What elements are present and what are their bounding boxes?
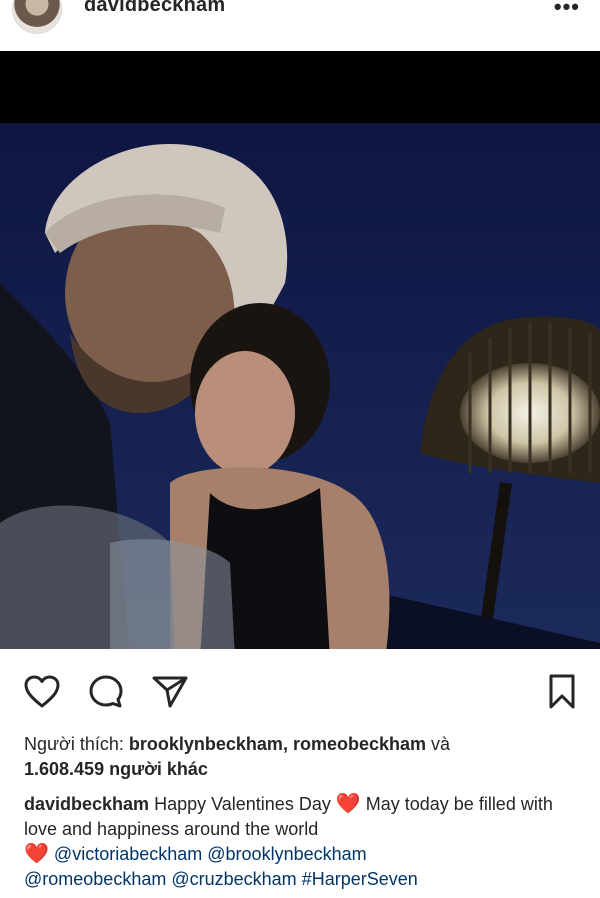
liker-romeobeckham[interactable]: romeobeckham <box>293 734 426 754</box>
avatar[interactable] <box>12 0 62 34</box>
caption-text-1: Happy Valentines Day <box>149 794 336 814</box>
selfie-photo <box>0 123 600 649</box>
bookmark-icon[interactable] <box>542 672 582 712</box>
likes-summary: Người thích: brooklynbeckham, romeobeckh… <box>24 732 584 782</box>
caption-username[interactable]: davidbeckham <box>24 794 149 814</box>
paper-plane-icon[interactable] <box>150 672 190 712</box>
post-caption: davidbeckham Happy Valentines Day ❤️ May… <box>24 792 584 892</box>
mention-victoriabeckham[interactable]: @victoriabeckham <box>54 844 202 864</box>
likes-prefix: Người thích: <box>24 734 129 754</box>
likes-separator: , <box>282 734 293 754</box>
heart-outline-icon[interactable] <box>22 672 62 712</box>
post-username[interactable]: davidbeckham <box>84 0 225 17</box>
mention-brooklynbeckham[interactable]: @brooklynbeckham <box>207 844 366 864</box>
mention-romeobeckham[interactable]: @romeobeckham <box>24 869 166 889</box>
mention-cruzbeckham[interactable]: @cruzbeckham <box>171 869 296 889</box>
red-heart-emoji: ❤️ <box>335 793 361 815</box>
comment-icon[interactable] <box>86 672 126 712</box>
hashtag-harperseven[interactable]: #HarperSeven <box>302 869 418 889</box>
ellipsis-icon[interactable]: ••• <box>554 0 580 20</box>
post-header: davidbeckham ••• <box>0 0 600 50</box>
action-bar <box>0 668 600 714</box>
post-photo[interactable] <box>0 51 600 649</box>
red-heart-emoji: ❤️ <box>24 843 49 865</box>
likes-count[interactable]: 1.608.459 người khác <box>24 759 208 779</box>
liker-brooklynbeckham[interactable]: brooklynbeckham <box>129 734 283 754</box>
likes-and: và <box>426 734 451 754</box>
